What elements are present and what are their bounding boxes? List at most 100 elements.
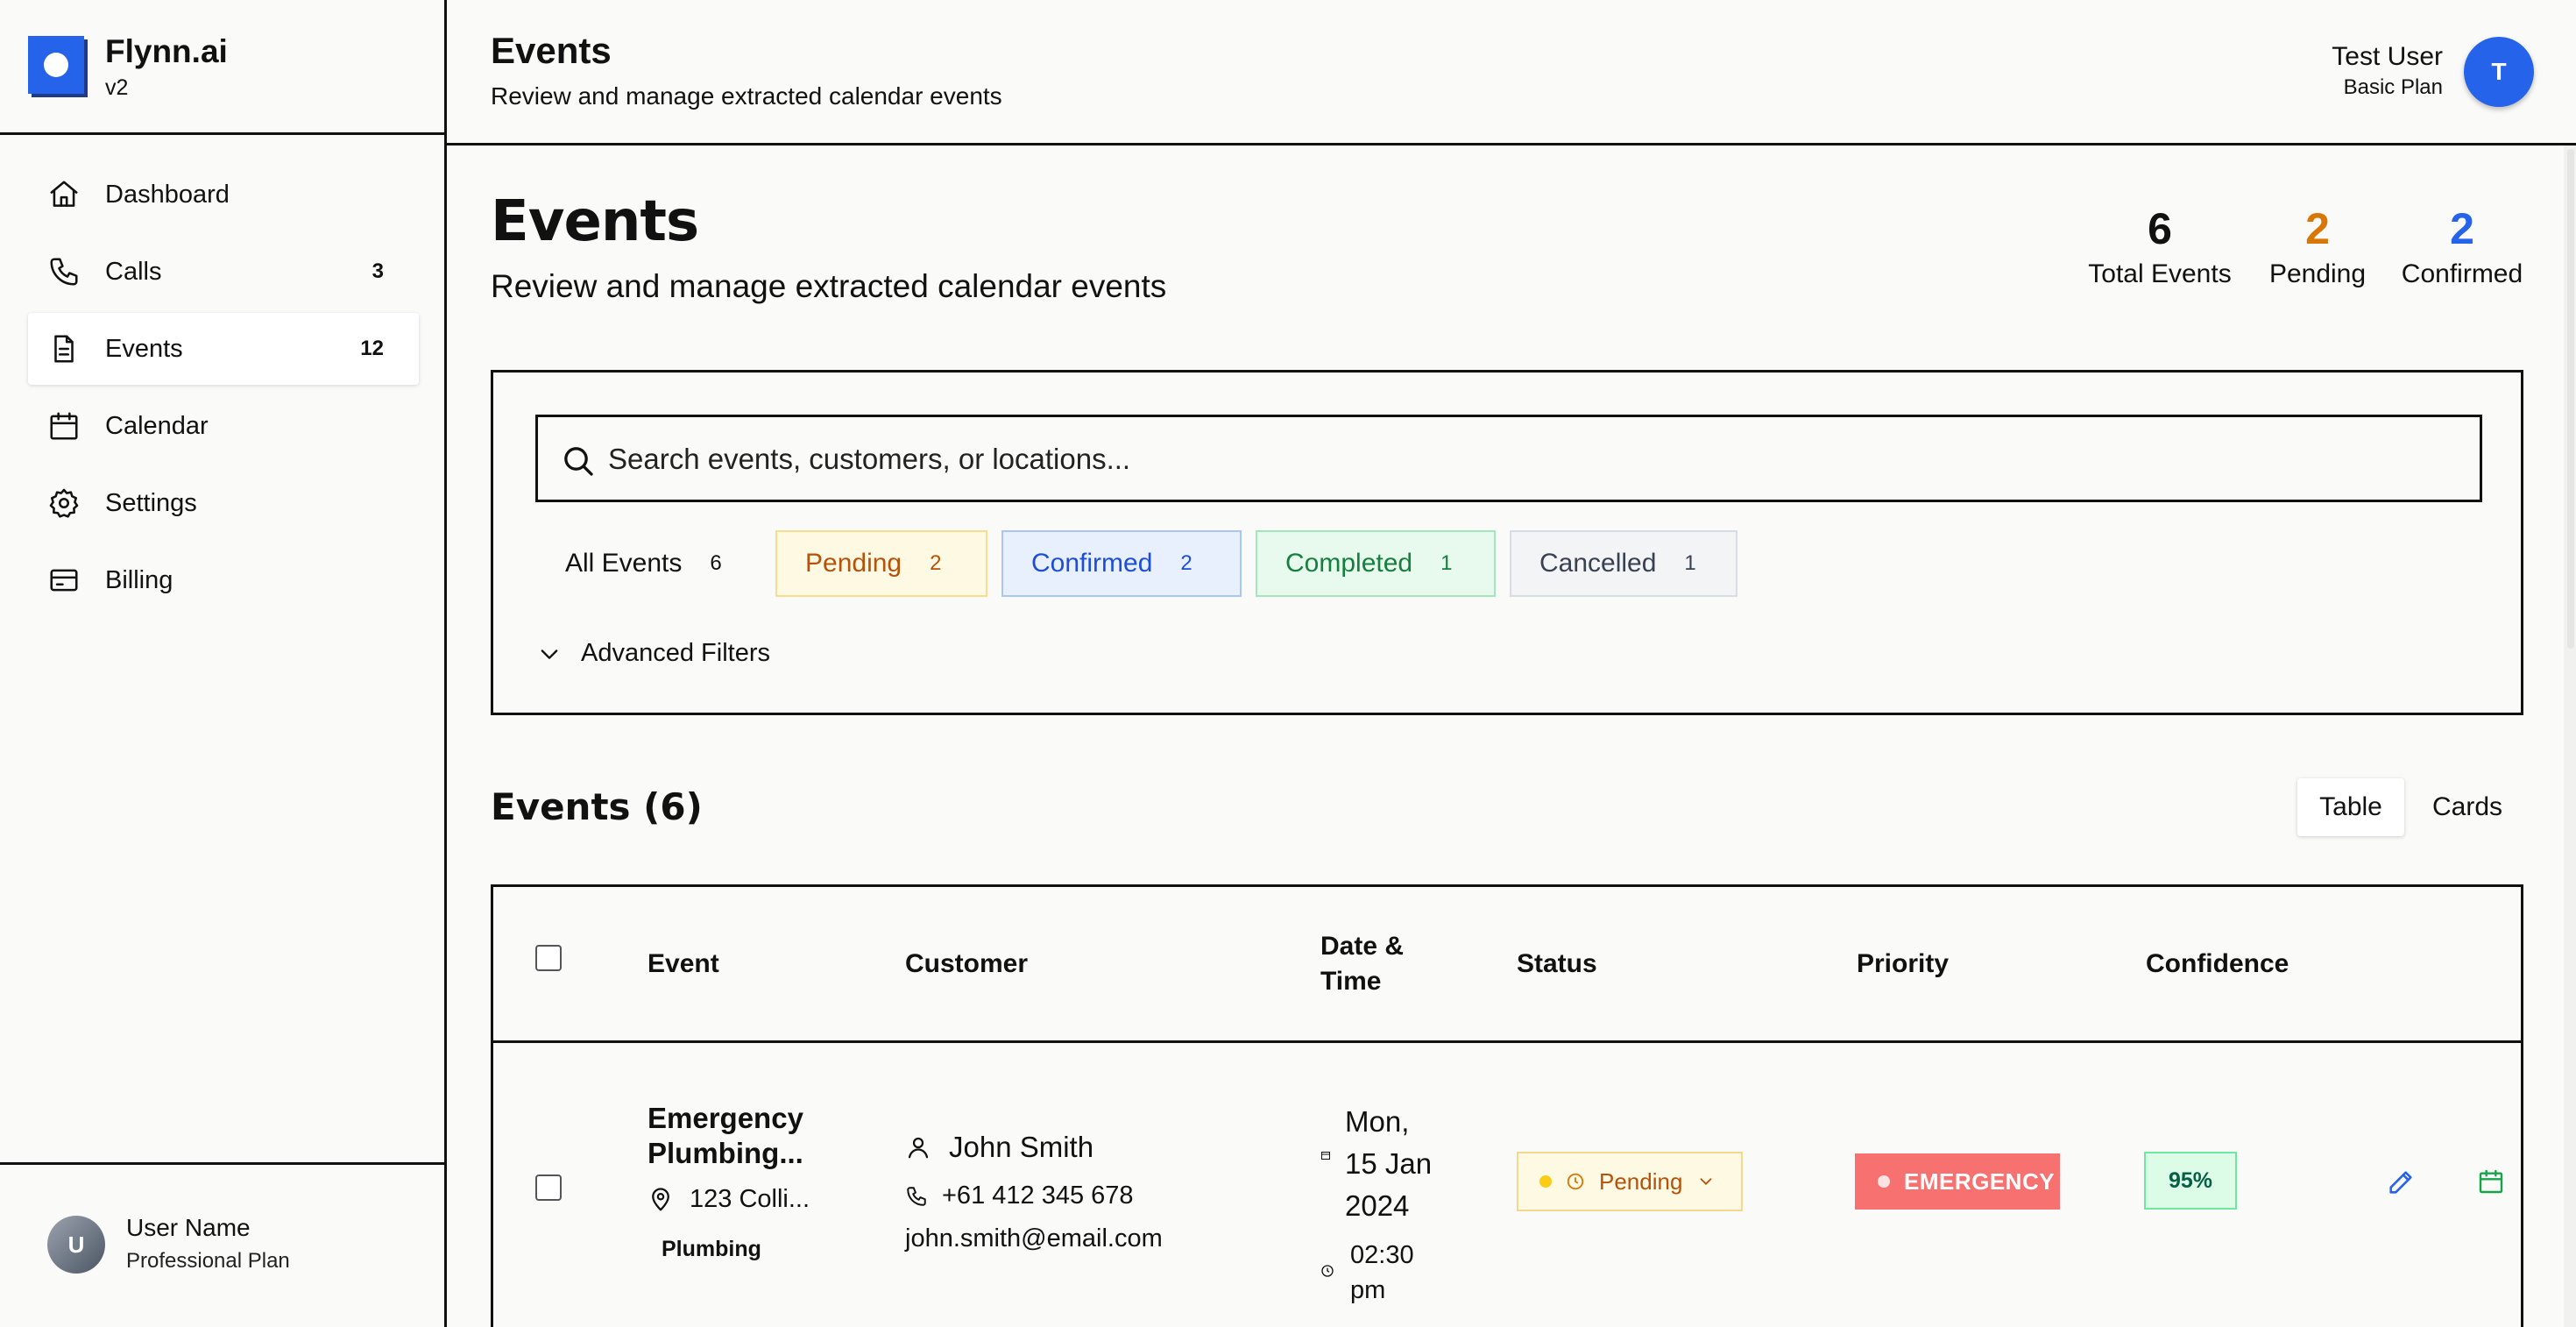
sidebar-item-label: Dashboard [105, 180, 230, 209]
sidebar-item-events[interactable]: Events 12 [28, 313, 419, 385]
user-avatar[interactable]: T [2464, 37, 2534, 107]
confidence-badge: 95% [2144, 1152, 2237, 1210]
chip-label: Completed [1285, 549, 1413, 578]
scrollbar-thumb[interactable] [2567, 149, 2574, 649]
column-header-datetime-line: Date & [1320, 932, 1405, 961]
chip-count: 2 [930, 551, 942, 575]
view-toggle-cards[interactable]: Cards [2415, 778, 2520, 836]
select-all-checkbox[interactable] [535, 945, 562, 971]
column-header-confidence[interactable]: Confidence [2146, 947, 2289, 982]
clock-icon [1567, 1173, 1584, 1190]
sidebar-item-label: Calls [105, 257, 162, 286]
sidebar-item-dashboard[interactable]: Dashboard [28, 159, 419, 231]
filter-chip-all[interactable]: All Events 6 [549, 530, 760, 597]
app-version: v2 [105, 75, 129, 100]
credit-card-icon [50, 569, 78, 592]
chip-label: All Events [565, 549, 683, 578]
sidebar-user[interactable]: U User Name Professional Plan [0, 1162, 444, 1327]
event-location-text: 123 Colli... [690, 1185, 810, 1213]
header-title: Events [491, 30, 612, 71]
event-title: Plumbing... [648, 1137, 803, 1169]
events-list-title: Events (6) [491, 785, 703, 828]
customer-cell: John Smith +61 412 345 678 john.smith@em… [905, 1131, 1291, 1253]
chevron-down-icon [541, 649, 558, 659]
sidebar-item-count: 3 [372, 259, 384, 283]
datetime-cell: Mon, 15 Jan 2024 02:30 pm [1320, 1101, 1452, 1308]
sidebar-item-calls[interactable]: Calls 3 [28, 236, 419, 308]
sidebar-item-calendar[interactable]: Calendar [28, 390, 419, 462]
add-to-calendar-icon[interactable] [2477, 1167, 2505, 1196]
search-input[interactable] [608, 435, 2448, 484]
status-dropdown[interactable]: Pending [1517, 1152, 1743, 1211]
stat-label: Confirmed [2401, 259, 2523, 288]
priority-label: EMERGENCY [1904, 1167, 2056, 1195]
stat-pending: 2 Pending [2252, 203, 2383, 289]
page-title: Events [491, 189, 699, 254]
status-dot [1539, 1175, 1552, 1188]
calendar-icon [50, 412, 78, 440]
event-location: 123 Colli... [648, 1185, 858, 1214]
priority-badge: EMERGENCY [1855, 1153, 2060, 1210]
scrollbar[interactable] [2564, 145, 2576, 1327]
search-icon [564, 447, 593, 476]
user-name: User Name [126, 1214, 251, 1241]
sidebar-item-label: Events [105, 334, 183, 363]
sidebar-nav: Dashboard Calls 3 Events 12 Calendar Set… [28, 159, 419, 621]
view-toggle-table[interactable]: Table [2297, 778, 2404, 836]
stat-label: Pending [2268, 259, 2367, 288]
filter-chip-confirmed[interactable]: Confirmed 2 [1001, 530, 1242, 597]
customer-phone[interactable]: +61 412 345 678 [905, 1182, 1291, 1210]
customer-phone-text: +61 412 345 678 [942, 1182, 1134, 1210]
document-icon [54, 335, 74, 363]
time-line: pm [1350, 1276, 1386, 1304]
clock-icon [1321, 1265, 1334, 1277]
event-date: Mon, 15 Jan 2024 [1320, 1101, 1452, 1227]
customer-name: John Smith [905, 1131, 1291, 1164]
filter-chip-pending[interactable]: Pending 2 [775, 530, 987, 597]
advanced-filters-label: Advanced Filters [581, 639, 770, 667]
filter-chip-completed[interactable]: Completed 1 [1256, 530, 1496, 597]
column-header-datetime[interactable]: Date & Time [1320, 929, 1404, 999]
header-subtitle: Review and manage extracted calendar eve… [491, 82, 1002, 110]
status-label: Pending [1599, 1167, 1683, 1195]
avatar: U [47, 1216, 105, 1274]
page-subtitle: Review and manage extracted calendar eve… [491, 268, 1167, 304]
chip-label: Pending [805, 549, 902, 578]
row-checkbox[interactable] [535, 1174, 562, 1201]
chip-count: 1 [1684, 551, 1696, 575]
priority-dot [1878, 1175, 1890, 1188]
stat-label: Total Events [2088, 259, 2232, 288]
edit-icon[interactable] [2386, 1167, 2416, 1197]
map-pin-icon [652, 1187, 669, 1210]
stat-value: 2 [2450, 204, 2474, 253]
gear-icon [49, 488, 79, 518]
sidebar-item-label: Settings [105, 488, 197, 517]
phone-icon [907, 1186, 926, 1206]
calendar-icon [1321, 1152, 1330, 1160]
chip-count: 6 [710, 551, 722, 575]
column-header-status[interactable]: Status [1517, 947, 1597, 982]
event-cell: Emergency Plumbing... 123 Colli... Plumb… [648, 1101, 858, 1262]
user-plan: Professional Plan [126, 1249, 290, 1273]
column-header-customer[interactable]: Customer [905, 947, 1028, 982]
advanced-filters-toggle[interactable]: Advanced Filters [537, 639, 770, 668]
filter-chip-cancelled[interactable]: Cancelled 1 [1510, 530, 1737, 597]
events-table: Event Customer Date & Time Status Priori… [491, 884, 2523, 1327]
table-header: Event Customer Date & Time Status Priori… [493, 887, 2521, 1043]
sidebar-item-settings[interactable]: Settings [28, 467, 419, 539]
chip-label: Confirmed [1031, 549, 1153, 578]
sidebar-item-label: Calendar [105, 411, 209, 440]
stat-total-events: 6 Total Events [2081, 203, 2239, 289]
column-header-priority[interactable]: Priority [1857, 947, 1949, 982]
sidebar-item-label: Billing [105, 565, 173, 594]
brand: Flynn.ai v2 [0, 0, 444, 135]
header-user-plan: Basic Plan [2343, 75, 2443, 99]
main-content: Events Review and manage extracted calen… [447, 145, 2576, 1327]
topbar: Events Review and manage extracted calen… [447, 0, 2576, 145]
event-time: 02:30 pm [1320, 1238, 1452, 1308]
chip-label: Cancelled [1539, 549, 1657, 578]
search-box[interactable] [535, 415, 2482, 502]
sidebar-item-billing[interactable]: Billing [28, 544, 419, 616]
customer-email[interactable]: john.smith@email.com [905, 1224, 1291, 1253]
column-header-event[interactable]: Event [648, 947, 719, 982]
